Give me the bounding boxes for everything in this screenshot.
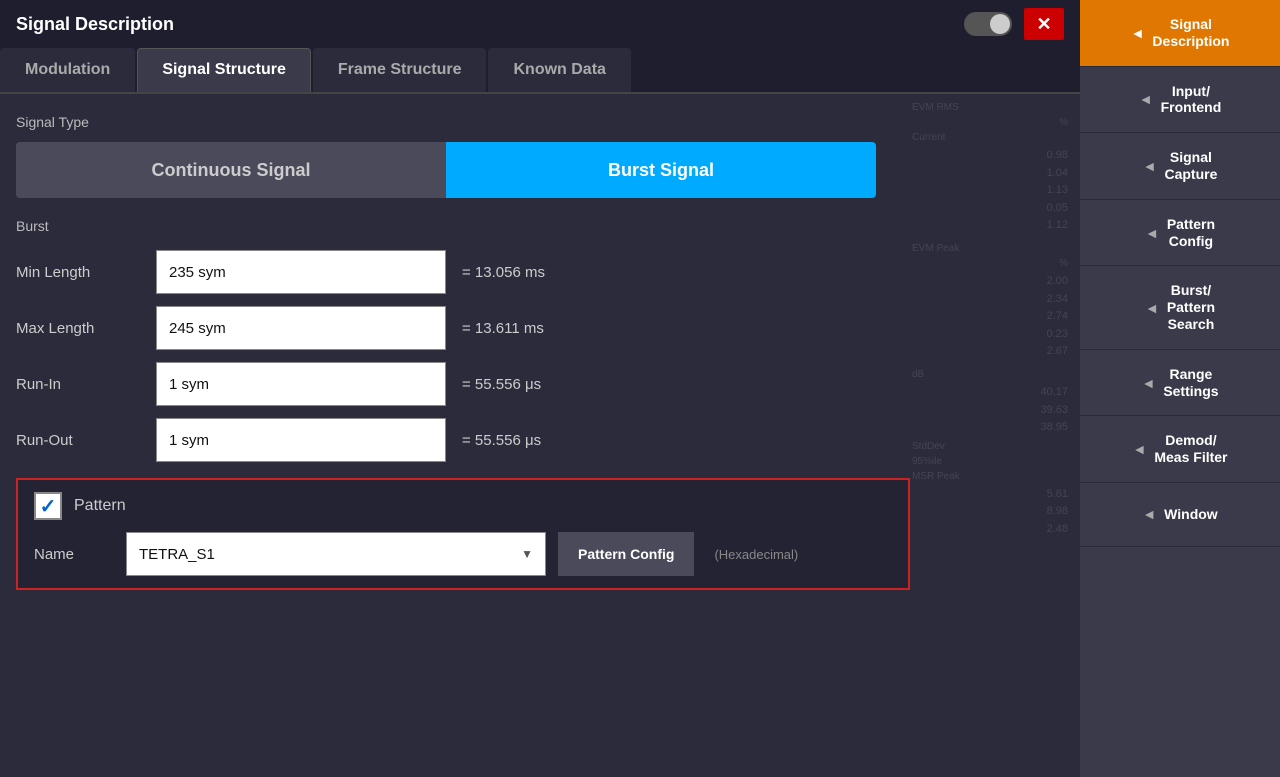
max-length-label: Max Length	[16, 320, 156, 337]
run-out-input[interactable]	[156, 418, 446, 462]
evm-val10: 2.67	[912, 343, 1068, 361]
max-length-equals: = 13.611 ms	[462, 320, 544, 337]
sidebar-item-signal-description[interactable]: ◄ SignalDescription	[1080, 0, 1280, 67]
evm-current: Current	[912, 132, 1068, 143]
name-dropdown-value: TETRA_S1	[139, 546, 215, 563]
run-in-label: Run-In	[16, 376, 156, 393]
evm-val9: 0.23	[912, 326, 1068, 344]
dialog-title: Signal Description	[16, 14, 174, 35]
evm-percent2: %	[912, 258, 1068, 269]
evm-val8: 2.74	[912, 308, 1068, 326]
pattern-section: ✓ Pattern Name TETRA_S1 ▼ Pattern Config…	[16, 478, 910, 590]
burst-signal-button[interactable]: Burst Signal	[446, 142, 876, 198]
name-row: Name TETRA_S1 ▼ Pattern Config (Hexadeci…	[34, 532, 892, 576]
sidebar-label-demod-meas-filter: Demod/Meas Filter	[1154, 432, 1227, 466]
max-length-input[interactable]	[156, 306, 446, 350]
sidebar-icon-pattern-config: ◄	[1145, 225, 1159, 241]
max-length-row: Max Length = 13.611 ms	[16, 306, 884, 350]
sidebar-label-pattern-config: PatternConfig	[1167, 216, 1215, 250]
burst-label: Burst	[16, 218, 884, 234]
evm-percent: %	[912, 117, 1068, 128]
sidebar-item-demod-meas-filter[interactable]: ◄ Demod/Meas Filter	[1080, 416, 1280, 483]
evm-header1: EVM RMS	[912, 102, 1068, 113]
evm-val1: 0.98	[912, 147, 1068, 165]
sidebar-icon-signal-description: ◄	[1131, 25, 1145, 41]
evm-val15: 8.98	[912, 503, 1068, 521]
evm-val5: 1.12	[912, 217, 1068, 235]
tabs-bar: Modulation Signal Structure Frame Struct…	[0, 48, 1080, 94]
sidebar-icon-range-settings: ◄	[1141, 375, 1155, 391]
pattern-label: Pattern	[74, 497, 126, 515]
sidebar-label-signal-capture: SignalCapture	[1164, 149, 1217, 183]
sidebar-icon-demod-meas-filter: ◄	[1133, 441, 1147, 457]
tab-known-data[interactable]: Known Data	[488, 48, 630, 92]
evm-val4: 0.05	[912, 200, 1068, 218]
evm-val6: 2.00	[912, 273, 1068, 291]
pattern-config-button[interactable]: Pattern Config	[558, 532, 694, 576]
dropdown-arrow-icon: ▼	[521, 547, 533, 561]
run-in-input[interactable]	[156, 362, 446, 406]
evm-val2: 1.04	[912, 165, 1068, 183]
evm-95ile: 95%ile	[912, 456, 1068, 467]
close-button[interactable]: ✕	[1024, 8, 1064, 40]
evm-val11: 40.17	[912, 384, 1068, 402]
min-length-input[interactable]	[156, 250, 446, 294]
sidebar-icon-burst-pattern-search: ◄	[1145, 300, 1159, 316]
form-content: Signal Type Continuous Signal Burst Sign…	[0, 94, 900, 606]
min-length-row: Min Length = 13.056 ms	[16, 250, 884, 294]
evm-header4: EVM Peak	[912, 243, 1068, 254]
title-controls: ✕	[964, 8, 1064, 40]
run-out-row: Run-Out = 55.556 μs	[16, 418, 884, 462]
name-dropdown[interactable]: TETRA_S1 ▼	[126, 532, 546, 576]
evm-val14: 5.61	[912, 486, 1068, 504]
evm-msr: MSR Peak	[912, 471, 1068, 482]
sidebar-icon-signal-capture: ◄	[1143, 158, 1157, 174]
sidebar-icon-window: ◄	[1142, 506, 1156, 522]
continuous-signal-button[interactable]: Continuous Signal	[16, 142, 446, 198]
sidebar-item-pattern-config[interactable]: ◄ PatternConfig	[1080, 200, 1280, 267]
sidebar-item-input-frontend[interactable]: ◄ Input/Frontend	[1080, 67, 1280, 134]
right-sidebar: ◄ SignalDescription ◄ Input/Frontend ◄ S…	[1080, 0, 1280, 777]
run-out-label: Run-Out	[16, 432, 156, 449]
title-bar: Signal Description ✕	[0, 0, 1080, 48]
min-length-equals: = 13.056 ms	[462, 264, 545, 281]
run-in-equals: = 55.556 μs	[462, 376, 541, 393]
hexadecimal-label: (Hexadecimal)	[714, 547, 798, 562]
toggle-switch[interactable]	[964, 12, 1012, 36]
checkmark-icon: ✓	[40, 494, 57, 519]
sidebar-item-window[interactable]: ◄ Window	[1080, 483, 1280, 547]
sidebar-item-range-settings[interactable]: ◄ RangeSettings	[1080, 350, 1280, 417]
evm-stddev: StdDev	[912, 441, 1068, 452]
run-out-equals: = 55.556 μs	[462, 432, 541, 449]
sidebar-label-range-settings: RangeSettings	[1163, 366, 1218, 400]
tab-frame-structure[interactable]: Frame Structure	[313, 48, 487, 92]
tab-signal-structure[interactable]: Signal Structure	[137, 48, 311, 92]
pattern-checkbox[interactable]: ✓	[34, 492, 62, 520]
evm-val16: 2.48	[912, 521, 1068, 539]
evm-val3: 1.13	[912, 182, 1068, 200]
sidebar-item-burst-pattern-search[interactable]: ◄ Burst/PatternSearch	[1080, 266, 1280, 349]
tab-modulation[interactable]: Modulation	[0, 48, 135, 92]
signal-type-buttons: Continuous Signal Burst Signal	[16, 142, 876, 198]
sidebar-label-window: Window	[1164, 506, 1218, 523]
run-in-row: Run-In = 55.556 μs	[16, 362, 884, 406]
sidebar-label-signal-description: SignalDescription	[1152, 16, 1229, 50]
content-area: EVM RMS % Current 0.98 1.04 1.13 0.05 1.…	[0, 94, 1080, 777]
evm-overlay: EVM RMS % Current 0.98 1.04 1.13 0.05 1.…	[900, 94, 1080, 777]
name-label: Name	[34, 546, 114, 563]
signal-type-label: Signal Type	[16, 114, 884, 130]
pattern-row: ✓ Pattern	[34, 492, 892, 520]
evm-val13: 38.95	[912, 419, 1068, 437]
sidebar-label-burst-pattern-search: Burst/PatternSearch	[1167, 282, 1215, 332]
sidebar-item-signal-capture[interactable]: ◄ SignalCapture	[1080, 133, 1280, 200]
sidebar-label-input-frontend: Input/Frontend	[1161, 83, 1222, 117]
evm-val12: 39.63	[912, 402, 1068, 420]
evm-val7: 2.34	[912, 291, 1068, 309]
sidebar-icon-input-frontend: ◄	[1139, 91, 1153, 107]
evm-header6: dB	[912, 369, 1068, 380]
min-length-label: Min Length	[16, 264, 156, 281]
